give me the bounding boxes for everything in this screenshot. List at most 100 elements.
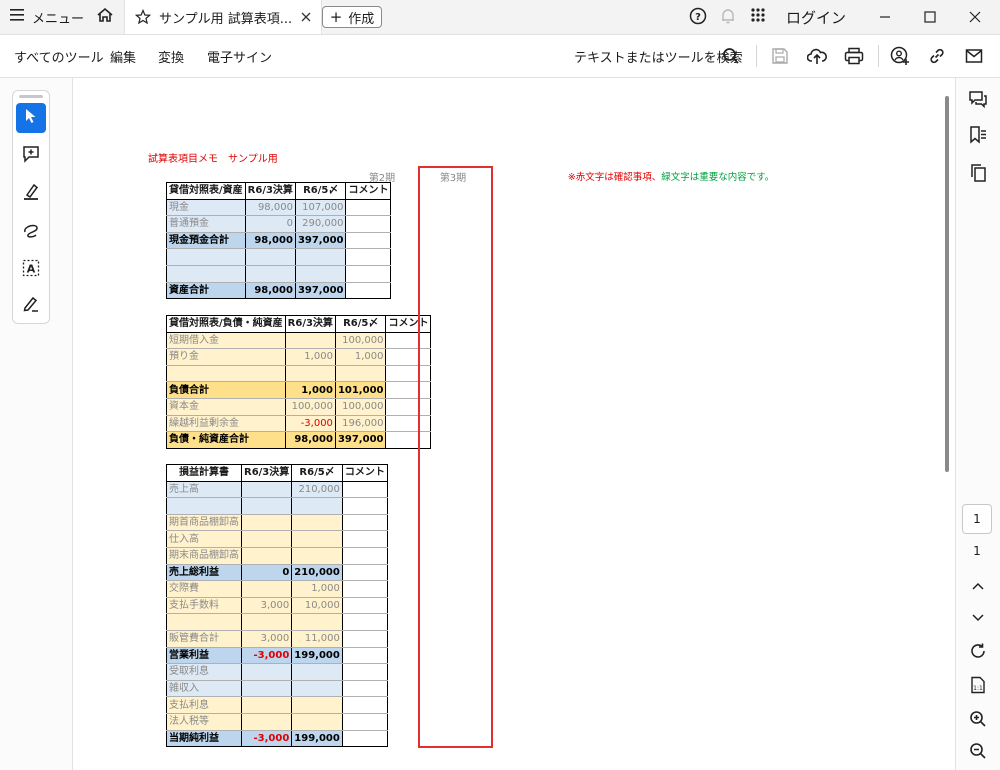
sign-tool-button[interactable] [16,291,46,321]
value-r6-3: -3,000 [240,730,293,748]
menu-convert[interactable]: 変換 [158,47,184,66]
comment-cell[interactable] [341,630,388,648]
scrollbar-thumb[interactable] [945,96,949,472]
bookmarks-panel-button[interactable] [965,124,991,150]
value-r6-3: -3,000 [240,647,293,665]
value-r6-5: 397,000 [294,282,347,300]
login-button[interactable]: ログイン [786,7,846,28]
comment-cell[interactable] [341,481,388,499]
comment-cell[interactable] [341,564,388,582]
close-tab-icon[interactable] [301,12,311,22]
column-header: R6/3決算 [284,315,336,333]
maximize-button[interactable] [915,6,945,28]
share-user-icon[interactable] [889,45,911,67]
create-button[interactable]: + 作成 [322,6,382,28]
comment-cell[interactable] [341,647,388,665]
value-r6-3 [240,680,293,698]
value-r6-5: 397,000 [294,232,347,250]
comment-cell[interactable] [341,613,388,631]
email-icon[interactable] [963,45,985,67]
next-page-button[interactable] [965,604,991,630]
toolbar-grip[interactable] [19,95,43,98]
comment-cell[interactable] [341,730,388,748]
menu-button[interactable]: メニュー [10,6,84,28]
column-header: R6/5〆 [334,315,387,333]
row-label: 支払手数料 [166,597,242,615]
comment-cell[interactable] [341,696,388,714]
comments-panel-button[interactable] [965,88,991,114]
table-row: 資産合計 98,000 397,000 [166,282,392,300]
row-label: 現金預金合計 [166,232,246,250]
minimize-icon [879,8,891,27]
value-r6-5: 100,000 [334,332,387,350]
search-tools-label[interactable]: テキストまたはツールを検索 [574,47,743,66]
save-icon[interactable] [769,45,791,67]
menu-e-sign[interactable]: 電子サイン [207,47,272,66]
cloud-upload-icon[interactable] [806,45,828,67]
link-icon[interactable] [926,45,948,67]
comment-cell[interactable] [385,415,432,433]
row-label: 普通預金 [166,215,246,233]
highlight-tool-button[interactable] [16,179,46,209]
comment-cell[interactable] [345,215,392,233]
comment-cell[interactable] [385,332,432,350]
rotate-button[interactable] [965,640,991,666]
comment-cell[interactable] [345,265,392,283]
previous-page-button[interactable] [965,572,991,598]
table-row: 販管費合計 3,000 11,000 [166,630,388,648]
page-fit-button[interactable]: 1:1 [965,674,991,700]
comment-cell[interactable] [341,580,388,598]
svg-text:?: ? [695,12,701,23]
draw-tool-button[interactable] [16,217,46,247]
star-icon[interactable] [135,9,151,25]
comment-cell[interactable] [341,597,388,615]
comment-cell[interactable] [345,232,392,250]
text-box-tool-button[interactable]: A [16,255,46,285]
comment-cell[interactable] [385,381,432,399]
print-icon[interactable] [843,45,865,67]
value-r6-5: 199,000 [291,647,343,665]
select-tool-button[interactable] [16,103,46,133]
value-r6-3 [240,481,293,499]
menu-all-tools[interactable]: すべてのツール [14,47,104,66]
comment-cell[interactable] [345,248,392,266]
notifications-button[interactable] [719,7,737,29]
current-page-input[interactable]: 1 [962,504,992,534]
comment-cell[interactable] [345,282,392,300]
comment-cell[interactable] [341,680,388,698]
close-window-button[interactable] [960,6,990,28]
comment-cell[interactable] [385,431,432,449]
comment-cell[interactable] [341,713,388,731]
document-tab[interactable]: サンプル用 試算表項... [124,0,322,34]
comment-cell[interactable] [341,547,388,565]
help-button[interactable]: ? [689,7,707,29]
value-r6-5: 1,000 [291,580,343,598]
search-icon[interactable] [720,45,742,67]
comment-cell[interactable] [385,348,432,366]
table-row [166,265,392,283]
vertical-scrollbar[interactable] [941,78,955,770]
period-3-highlight-box [418,166,493,748]
row-label: 負債合計 [166,381,286,399]
zoom-out-button[interactable] [965,740,991,766]
comment-cell[interactable] [341,663,388,681]
comment-cell[interactable] [341,497,388,515]
pages-panel-button[interactable] [965,162,991,188]
comment-cell[interactable] [385,365,432,383]
zoom-in-button[interactable] [965,708,991,734]
value-r6-5 [291,713,343,731]
table-row: 現金預金合計 98,000 397,000 [166,232,392,250]
minimize-button[interactable] [870,6,900,28]
value-r6-3 [240,547,293,565]
value-r6-5 [291,613,343,631]
apps-button[interactable] [750,7,766,27]
menu-edit[interactable]: 編集 [110,47,136,66]
comment-cell[interactable] [341,514,388,532]
comment-cell[interactable] [345,199,392,217]
comment-cell[interactable] [341,530,388,548]
table-row: 支払利息 [166,696,388,714]
comment-cell[interactable] [385,398,432,416]
add-comment-tool-button[interactable] [16,141,46,171]
table-row [166,365,432,383]
home-button[interactable] [93,6,117,28]
